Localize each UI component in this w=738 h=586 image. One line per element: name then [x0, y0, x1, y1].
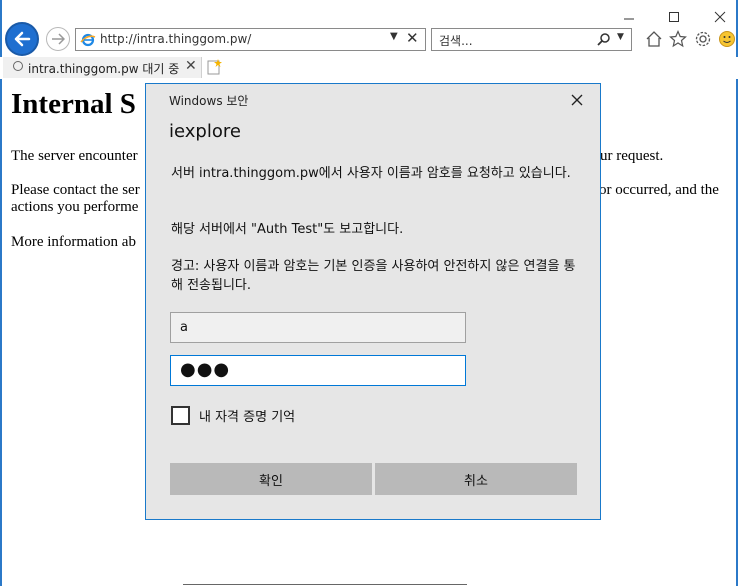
- favorites-star-icon[interactable]: [669, 30, 687, 48]
- dialog-realm-message: 해당 서버에서 "Auth Test"도 보고합니다.: [171, 222, 404, 237]
- password-field[interactable]: ●●●: [170, 355, 466, 386]
- page-paragraph-1-end: ur request.: [600, 148, 664, 164]
- ie-logo-icon: [80, 33, 96, 47]
- address-dropdown-icon[interactable]: ▼: [390, 31, 398, 42]
- windows-security-dialog: Windows 보안 iexplore 서버 intra.thinggom.pw…: [145, 83, 601, 520]
- tab-title: intra.thinggom.pw 대기 중: [28, 62, 180, 76]
- back-arrow-icon: [14, 31, 31, 47]
- window-frame-left: [0, 0, 2, 586]
- search-box[interactable]: 검색... ▼: [431, 28, 632, 51]
- stop-icon[interactable]: ✕: [406, 29, 419, 47]
- search-input[interactable]: 검색...: [439, 32, 473, 49]
- dialog-app-name: iexplore: [169, 121, 241, 142]
- remember-credentials-checkbox[interactable]: [171, 406, 190, 425]
- dialog-server-message: 서버 intra.thinggom.pw에서 사용자 이름과 암호를 요청하고 …: [171, 166, 571, 181]
- forward-arrow-icon: [52, 33, 65, 45]
- paragraph-1-start: The server encounter: [11, 148, 138, 164]
- address-url[interactable]: http://intra.thinggom.pw/: [100, 32, 251, 46]
- ok-button[interactable]: 확인: [170, 463, 372, 495]
- username-field[interactable]: a: [170, 312, 466, 343]
- minimize-icon[interactable]: [620, 8, 638, 26]
- address-bar[interactable]: http://intra.thinggom.pw/ ▼ ✕: [75, 28, 426, 51]
- page-paragraph-2-end: or occurred, and the: [599, 182, 719, 198]
- home-icon[interactable]: [645, 30, 663, 48]
- dialog-title: Windows 보안: [169, 94, 249, 108]
- dialog-close-icon[interactable]: [571, 94, 583, 106]
- tab-close-icon[interactable]: ✕: [185, 58, 197, 74]
- cancel-button[interactable]: 취소: [375, 463, 577, 495]
- page-divider: [183, 584, 467, 585]
- feedback-smiley-icon[interactable]: [718, 30, 736, 48]
- search-dropdown-icon[interactable]: ▼: [617, 32, 624, 42]
- forward-button[interactable]: [46, 27, 70, 51]
- tab-current[interactable]: intra.thinggom.pw 대기 중 ✕: [3, 57, 202, 78]
- back-button[interactable]: [5, 22, 39, 56]
- maximize-icon[interactable]: [665, 8, 683, 26]
- gear-icon[interactable]: [694, 30, 712, 48]
- new-tab-icon[interactable]: [205, 58, 223, 76]
- close-window-icon[interactable]: [711, 8, 729, 26]
- loading-spinner-icon: [13, 61, 23, 71]
- remember-credentials-label[interactable]: 내 자격 증명 기억: [199, 406, 295, 425]
- dialog-warning-message: 경고: 사용자 이름과 암호는 기본 인증을 사용하여 안전하지 않은 연결을 …: [171, 259, 576, 293]
- search-icon[interactable]: [597, 32, 611, 46]
